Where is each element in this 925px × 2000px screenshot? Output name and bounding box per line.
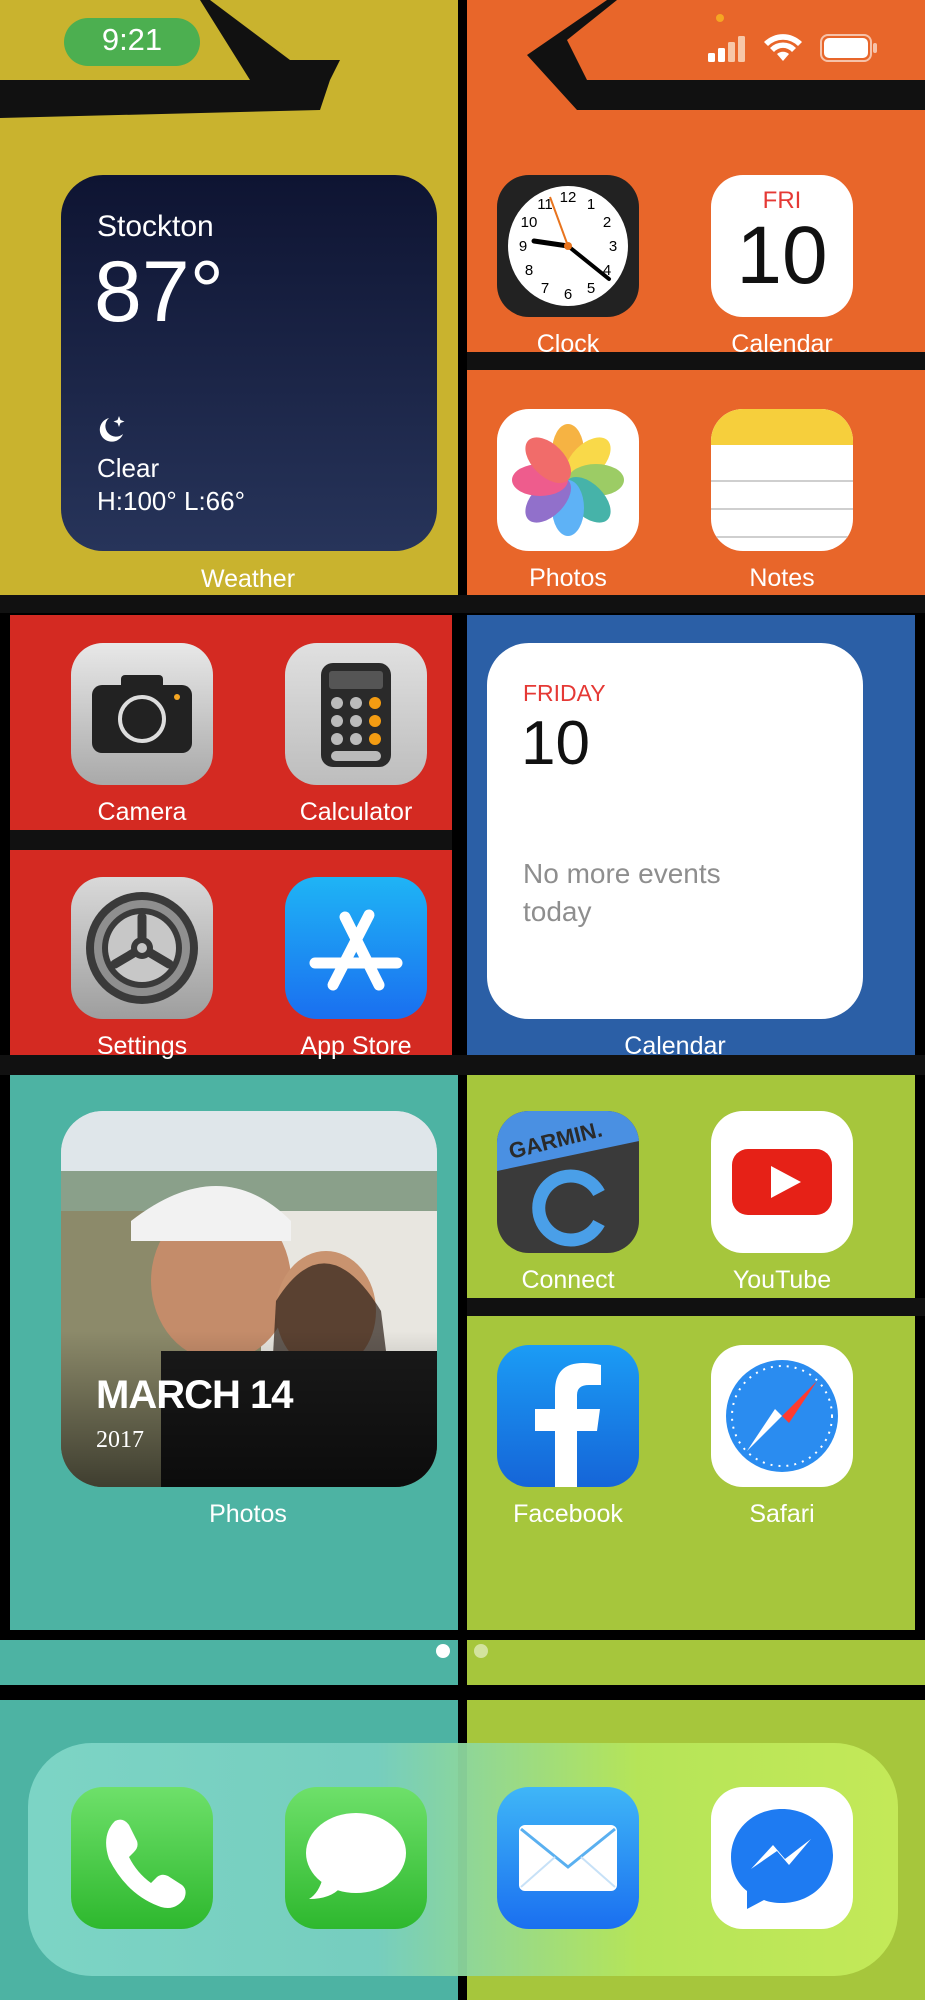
youtube-label: YouTube [732,1266,832,1294]
calendar-widget-label: Calendar [624,1032,726,1060]
divider-horizontal [0,595,925,613]
camera-icon [92,675,192,753]
calendar-icon-date: 10 [736,210,828,301]
messenger-app-icon[interactable] [711,1787,853,1929]
svg-text:7: 7 [541,280,549,297]
phone-app-icon[interactable] [71,1787,213,1929]
calendar-app-icon[interactable]: FRI 10 [711,175,853,317]
clock-app-icon[interactable]: 12 1 2 345 678 9 10 11 [497,175,639,317]
calculator-app-icon[interactable] [285,643,427,785]
camera-label: Camera [97,798,187,826]
wallpaper-panel-teal-lower [0,1640,458,1685]
facebook-icon [535,1363,601,1487]
moon-stars-icon [99,416,125,442]
calendar-widget-message: No more events today [523,858,721,927]
weather-high-low: H:100° L:66° [97,486,246,516]
photos-label: Photos [529,564,607,592]
notes-label: Notes [749,564,815,592]
svg-text:9: 9 [519,238,527,255]
mail-icon [519,1825,617,1891]
svg-text:3: 3 [609,238,617,255]
calendar-label: Calendar [731,330,833,358]
notes-icon [711,409,853,538]
mail-app-icon[interactable] [497,1787,639,1929]
safari-compass-icon [726,1360,838,1472]
wallpaper-panel-lime-lower [467,1640,925,1685]
youtube-icon [732,1149,832,1215]
app-store-app-icon[interactable] [285,877,427,1019]
svg-text:1: 1 [587,196,595,213]
garmin-connect-app-icon[interactable]: GARMIN. [497,1111,639,1253]
svg-text:10: 10 [521,214,538,231]
app-store-icon [309,909,403,991]
facebook-label: Facebook [513,1500,623,1528]
calendar-widget-date: 10 [521,709,590,778]
garmin-connect-icon: GARMIN. [497,1111,639,1247]
phone-icon [106,1819,186,1908]
page-dot-active[interactable] [436,1644,450,1658]
svg-text:12: 12 [560,189,577,206]
svg-text:6: 6 [564,286,572,303]
messages-icon [306,1813,406,1899]
signal-icon [708,36,745,62]
decorative-shape-left [0,0,340,118]
settings-gear-icon [86,892,198,1004]
divider-red [10,830,452,850]
safari-app-icon[interactable] [711,1345,853,1487]
decorative-shape-right [527,0,925,110]
photos-app-icon[interactable] [497,409,639,551]
wifi-icon [764,34,802,61]
calendar-widget-weekday: FRIDAY [523,680,606,706]
clock-icon: 12 12 345 678 91011 [508,186,628,306]
youtube-app-icon[interactable] [711,1111,853,1253]
weather-city: Stockton [97,210,214,243]
photos-widget-date: MARCH 14 [96,1373,293,1417]
privacy-indicator-dot [716,14,724,22]
clock-label: Clock [536,330,600,358]
svg-text:5: 5 [587,280,595,297]
divider-lime [467,1298,925,1316]
weather-widget-label: Weather [200,565,296,593]
home-screen: 9:21 Stockton 87° Clear H:100° L:66° Wea… [0,0,925,2000]
page-dot-inactive[interactable] [474,1644,488,1658]
calculator-label: Calculator [299,798,413,826]
notes-app-icon[interactable] [711,409,853,551]
weather-condition: Clear [97,453,160,483]
settings-app-icon[interactable] [71,877,213,1019]
messages-app-icon[interactable] [285,1787,427,1929]
safari-label: Safari [749,1500,815,1528]
photos-widget-label: Photos [209,1500,287,1528]
svg-text:8: 8 [525,262,533,279]
app-store-label: App Store [300,1032,412,1060]
messenger-icon [731,1809,833,1909]
photos-pinwheel-icon [512,424,624,536]
status-time: 9:21 [101,22,163,57]
connect-label: Connect [521,1266,615,1294]
svg-text:2: 2 [603,214,611,231]
camera-app-icon[interactable] [71,643,213,785]
facebook-app-icon[interactable] [497,1345,639,1487]
photos-widget-year: 2017 [96,1427,144,1453]
settings-label: Settings [96,1032,188,1060]
battery-icon [820,34,877,62]
weather-temperature: 87° [94,244,225,340]
calculator-icon [321,663,391,767]
